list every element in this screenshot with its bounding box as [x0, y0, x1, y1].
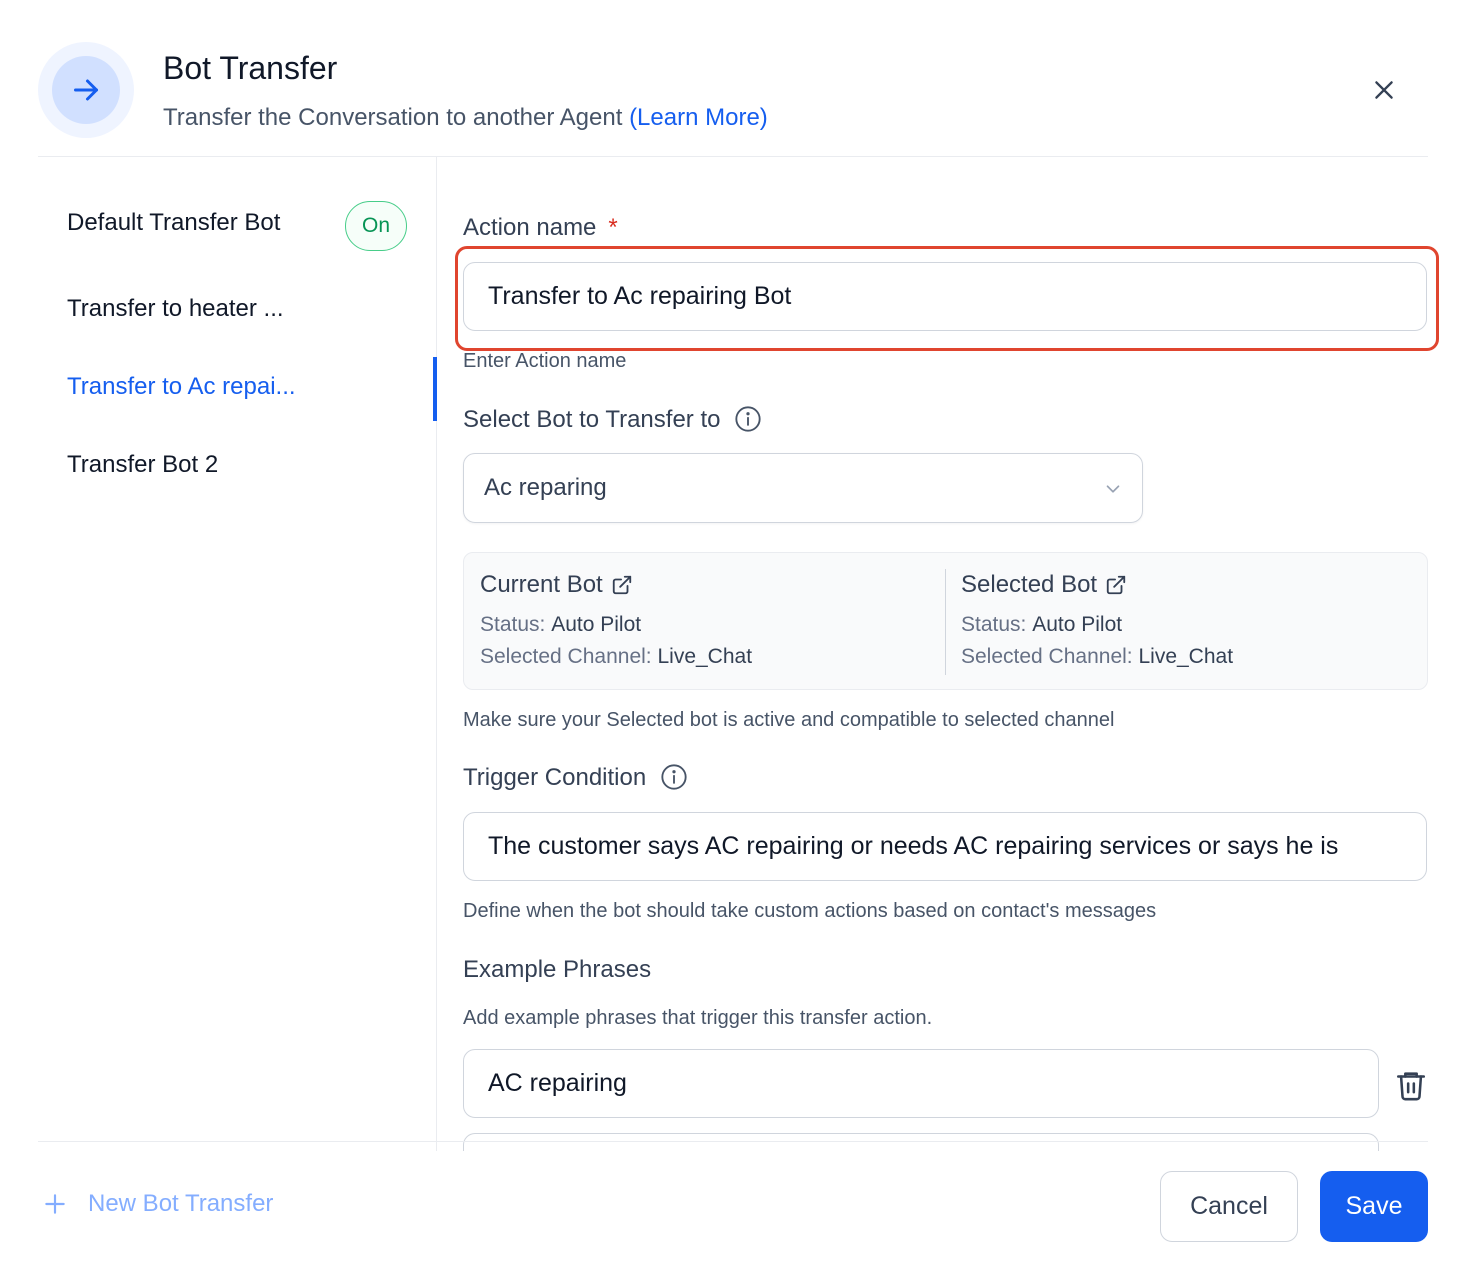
modal-subtitle: Transfer the Conversation to another Age… — [163, 104, 768, 131]
sidebar-item-transfer-ac[interactable]: Transfer to Ac repai... — [67, 373, 296, 401]
highlight-box — [455, 246, 1439, 351]
external-link-icon[interactable] — [611, 574, 633, 596]
chevron-down-icon — [1106, 485, 1120, 493]
status-badge-on: On — [345, 201, 407, 251]
example-phrase-input-next[interactable] — [463, 1133, 1379, 1151]
example-phrases-hint: Add example phrases that trigger this tr… — [463, 1007, 933, 1029]
footer-divider — [38, 1141, 1428, 1142]
bot-card-divider — [945, 569, 946, 675]
external-link-icon[interactable] — [1105, 574, 1127, 596]
selected-bot-title: Selected Bot — [961, 571, 1098, 598]
learn-more-link[interactable]: (Learn More) — [629, 104, 768, 131]
selected-bot-channel: Live_Chat — [1138, 645, 1234, 668]
new-bot-transfer-button[interactable]: New Bot Transfer — [42, 1190, 273, 1218]
transfer-list-sidebar: Default Transfer Bot On Transfer to heat… — [38, 157, 437, 1151]
required-asterisk: * — [608, 214, 618, 241]
example-phrase-input[interactable]: AC repairing — [463, 1049, 1379, 1118]
bot-info-card: Current Bot Status: Auto Pilot Selected … — [463, 552, 1428, 690]
arrow-right-icon — [74, 79, 98, 101]
info-icon[interactable] — [660, 763, 688, 791]
trigger-condition-input[interactable]: The customer says AC repairing or needs … — [463, 812, 1427, 881]
save-button[interactable]: Save — [1320, 1171, 1428, 1242]
example-phrases-label: Example Phrases — [463, 956, 652, 983]
bot-select-dropdown[interactable]: Ac reparing — [463, 453, 1143, 523]
close-button[interactable] — [1366, 72, 1402, 108]
trigger-condition-label: Trigger Condition — [463, 764, 688, 793]
current-bot-status: Auto Pilot — [551, 613, 642, 636]
selected-bot-status: Auto Pilot — [1032, 613, 1123, 636]
sidebar-item-transfer-heater[interactable]: Transfer to heater ... — [67, 295, 284, 323]
close-icon — [1375, 81, 1393, 99]
header-icon-circle — [38, 42, 134, 138]
current-bot-panel: Current Bot Status: Auto Pilot Selected … — [480, 571, 753, 668]
select-bot-label: Select Bot to Transfer to — [463, 406, 762, 435]
modal-title: Bot Transfer — [163, 50, 338, 86]
cancel-button[interactable]: Cancel — [1160, 1171, 1298, 1242]
sidebar-item-transfer-bot-2[interactable]: Transfer Bot 2 — [67, 451, 218, 479]
selected-bot-panel: Selected Bot Status: Auto Pilot Selected… — [961, 571, 1234, 668]
info-icon[interactable] — [734, 405, 762, 433]
trash-icon[interactable] — [1394, 1068, 1428, 1102]
current-bot-title: Current Bot — [480, 571, 603, 598]
bot-transfer-modal: Bot Transfer Transfer the Conversation t… — [0, 0, 1468, 1281]
active-indicator — [433, 357, 437, 421]
action-name-hint: Enter Action name — [463, 350, 627, 372]
plus-icon — [45, 1194, 65, 1214]
current-bot-channel: Live_Chat — [657, 645, 753, 668]
bot-select-value: Ac reparing — [484, 474, 607, 501]
compatibility-note: Make sure your Selected bot is active an… — [463, 709, 1115, 731]
sidebar-item-default-transfer-bot[interactable]: Default Transfer Bot — [67, 209, 280, 237]
trigger-condition-hint: Define when the bot should take custom a… — [463, 900, 1157, 922]
action-name-label: Action name * — [463, 214, 618, 241]
